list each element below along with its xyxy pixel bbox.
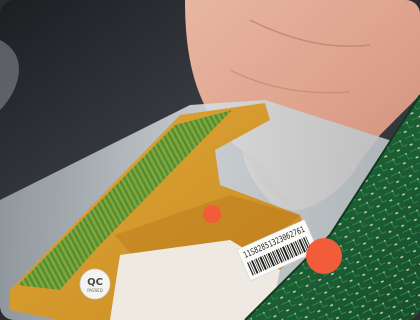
photo-frame: QC PASSED 11S82851323062761: [0, 0, 420, 320]
qc-sub-text: PASSED: [87, 288, 103, 293]
qc-main-text: QC: [87, 277, 103, 288]
photo-scene: QC PASSED 11S82851323062761: [0, 0, 420, 320]
orange-dot-large: [306, 238, 342, 274]
orange-dot-small: [203, 205, 221, 223]
qc-sticker: QC PASSED: [79, 268, 111, 300]
